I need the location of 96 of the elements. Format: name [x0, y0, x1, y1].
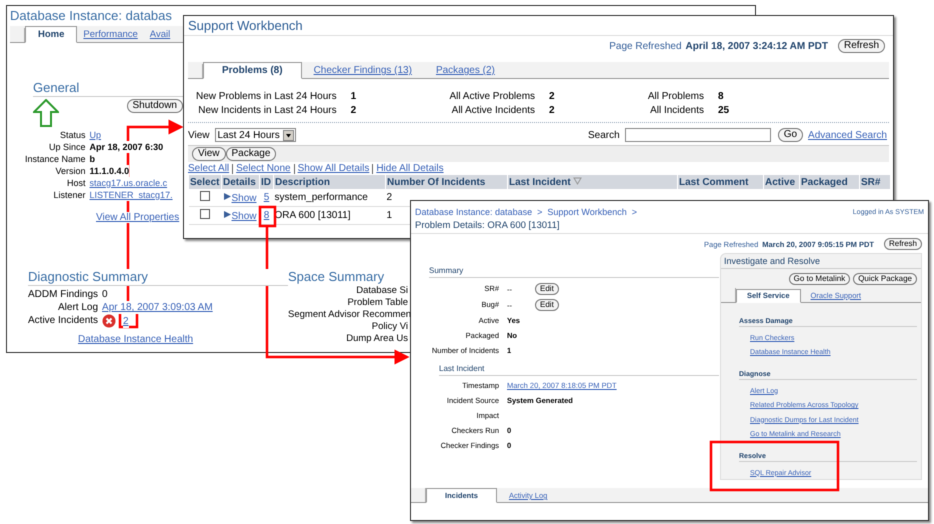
- stat-value: 2: [350, 105, 358, 116]
- column-header-text: Last Comment: [679, 176, 748, 188]
- tab[interactable]: Performance: [77, 28, 144, 42]
- field-label: Instance Name: [25, 153, 86, 165]
- field-label: Segment Advisor Recommen: [288, 309, 408, 321]
- field-value: Apr 18, 2007 6:30: [90, 141, 164, 153]
- table-cell: 1: [386, 210, 392, 221]
- value-link[interactable]: LISTENER_stacg17.: [90, 189, 173, 201]
- selection-link[interactable]: Hide All Details: [376, 163, 444, 174]
- problem-id-link[interactable]: 5: [264, 192, 270, 203]
- refresh-time: April 18, 2007 3:24:12 AM PDT: [686, 40, 828, 52]
- field-label: Active Incidents: [28, 314, 98, 328]
- value-link[interactable]: Up: [90, 129, 102, 141]
- column-header-text: Details: [223, 176, 256, 188]
- field-label: Host: [67, 177, 86, 189]
- panel-button[interactable]: Go to Metalink: [788, 273, 850, 285]
- up-arrow-icon: [33, 99, 59, 127]
- tab[interactable]: Packages (2): [424, 64, 507, 78]
- tab[interactable]: Home: [25, 26, 78, 43]
- action-button[interactable]: View: [192, 147, 226, 161]
- checkbox[interactable]: [200, 209, 210, 219]
- show-link[interactable]: Show: [232, 192, 257, 204]
- view-label: View: [188, 130, 210, 140]
- field-value: 11.1.0.4.0: [90, 165, 130, 177]
- field-value: b: [90, 153, 96, 165]
- stat-value: 2: [549, 105, 556, 116]
- stat-label: New Incidents in Last 24 Hours: [197, 105, 337, 116]
- breadcrumb-separator: >: [632, 207, 638, 217]
- health-link[interactable]: Database Instance Health: [78, 334, 194, 345]
- column-header-text: Select: [190, 176, 220, 188]
- column-header-text: Last Incident: [509, 176, 571, 188]
- column-header-text: SR#: [861, 176, 880, 188]
- field-label: Alert Log: [58, 301, 98, 314]
- column-header-text: ID: [261, 176, 271, 188]
- field-label: Listener: [54, 189, 86, 201]
- stat-label: All Problems: [648, 91, 704, 102]
- section-heading: Diagnostic Summary: [28, 269, 288, 286]
- table-cell: 2: [386, 192, 392, 203]
- shutdown-button[interactable]: Shutdown: [126, 99, 183, 113]
- stat-label: All Active Incidents: [450, 105, 536, 116]
- selection-link[interactable]: Select None: [236, 163, 291, 174]
- refresh-button[interactable]: Refresh: [838, 39, 885, 53]
- refresh-button[interactable]: Refresh: [884, 238, 922, 250]
- view-all-link[interactable]: View All Properties: [96, 212, 180, 223]
- field-label: Dump Area Us: [345, 333, 408, 345]
- tab[interactable]: Avail: [144, 28, 176, 42]
- breadcrumb-link[interactable]: Database Instance: database: [415, 207, 532, 217]
- section-heading: Last Incident: [439, 364, 719, 376]
- edit-button[interactable]: Edit: [535, 299, 559, 311]
- show-link[interactable]: Show: [232, 210, 257, 222]
- field-label: Policy Vi: [370, 321, 408, 333]
- stat-value: 25: [718, 105, 730, 116]
- value-link[interactable]: 2: [123, 314, 129, 328]
- section-heading: General: [33, 80, 183, 97]
- column-header-text: Number Of Incidents: [387, 176, 486, 188]
- field-label: Version: [56, 165, 86, 177]
- checkbox[interactable]: [200, 191, 210, 201]
- field-label: Problem Table: [346, 297, 408, 309]
- stat-value: 8: [718, 91, 725, 102]
- search-label: Search: [588, 130, 620, 140]
- problem-id-link[interactable]: 8: [264, 210, 270, 221]
- tab[interactable]: Checker Findings (13): [302, 64, 424, 78]
- advanced-search-link[interactable]: Advanced Search: [808, 130, 887, 140]
- field-label: ADDM Findings: [28, 288, 98, 301]
- window-title: Database Instance: databas: [9, 7, 173, 24]
- stat-label: All Active Problems: [449, 91, 536, 102]
- window-title: Support Workbench: [184, 16, 893, 36]
- value-link[interactable]: stacg17.us.oracle.c: [90, 177, 168, 189]
- column-header-text: Active: [765, 176, 796, 188]
- table-cell: system_performance: [274, 192, 368, 203]
- stat-label: All Incidents: [649, 105, 704, 116]
- field-label: Status: [60, 129, 86, 141]
- field-label: Up Since: [49, 141, 86, 153]
- breadcrumb-separator: >: [537, 207, 542, 217]
- column-header-text: Description: [275, 176, 330, 188]
- search-field[interactable]: [624, 128, 771, 142]
- tab[interactable]: Problems (8): [203, 62, 302, 79]
- stat-label: New Problems in Last 24 Hours: [196, 91, 337, 102]
- refresh-label: Page Refreshed: [609, 40, 682, 52]
- column-header-text: Packaged: [801, 176, 848, 188]
- panel-heading: Investigate and Resolve: [721, 254, 921, 269]
- view-dropdown[interactable]: Last 24 Hours: [214, 128, 296, 142]
- panel-button[interactable]: Quick Package: [853, 273, 917, 285]
- action-button[interactable]: Package: [226, 147, 276, 161]
- stat-value: 1: [350, 91, 358, 102]
- selection-link[interactable]: Select All: [188, 163, 230, 174]
- value-link[interactable]: Apr 18, 2007 3:09:03 AM: [102, 301, 213, 314]
- field-label: Database Si: [355, 285, 408, 297]
- page-title: Problem Details: ORA 600 [13011]: [411, 217, 928, 234]
- sort-icon: [572, 176, 582, 184]
- go-button[interactable]: Go: [778, 128, 804, 142]
- stat-value: 2: [549, 91, 556, 102]
- selection-link[interactable]: Show All Details: [298, 163, 370, 174]
- edit-button[interactable]: Edit: [535, 283, 559, 295]
- section-heading: Summary: [429, 266, 719, 278]
- breadcrumb-link[interactable]: Support Workbench: [547, 207, 627, 217]
